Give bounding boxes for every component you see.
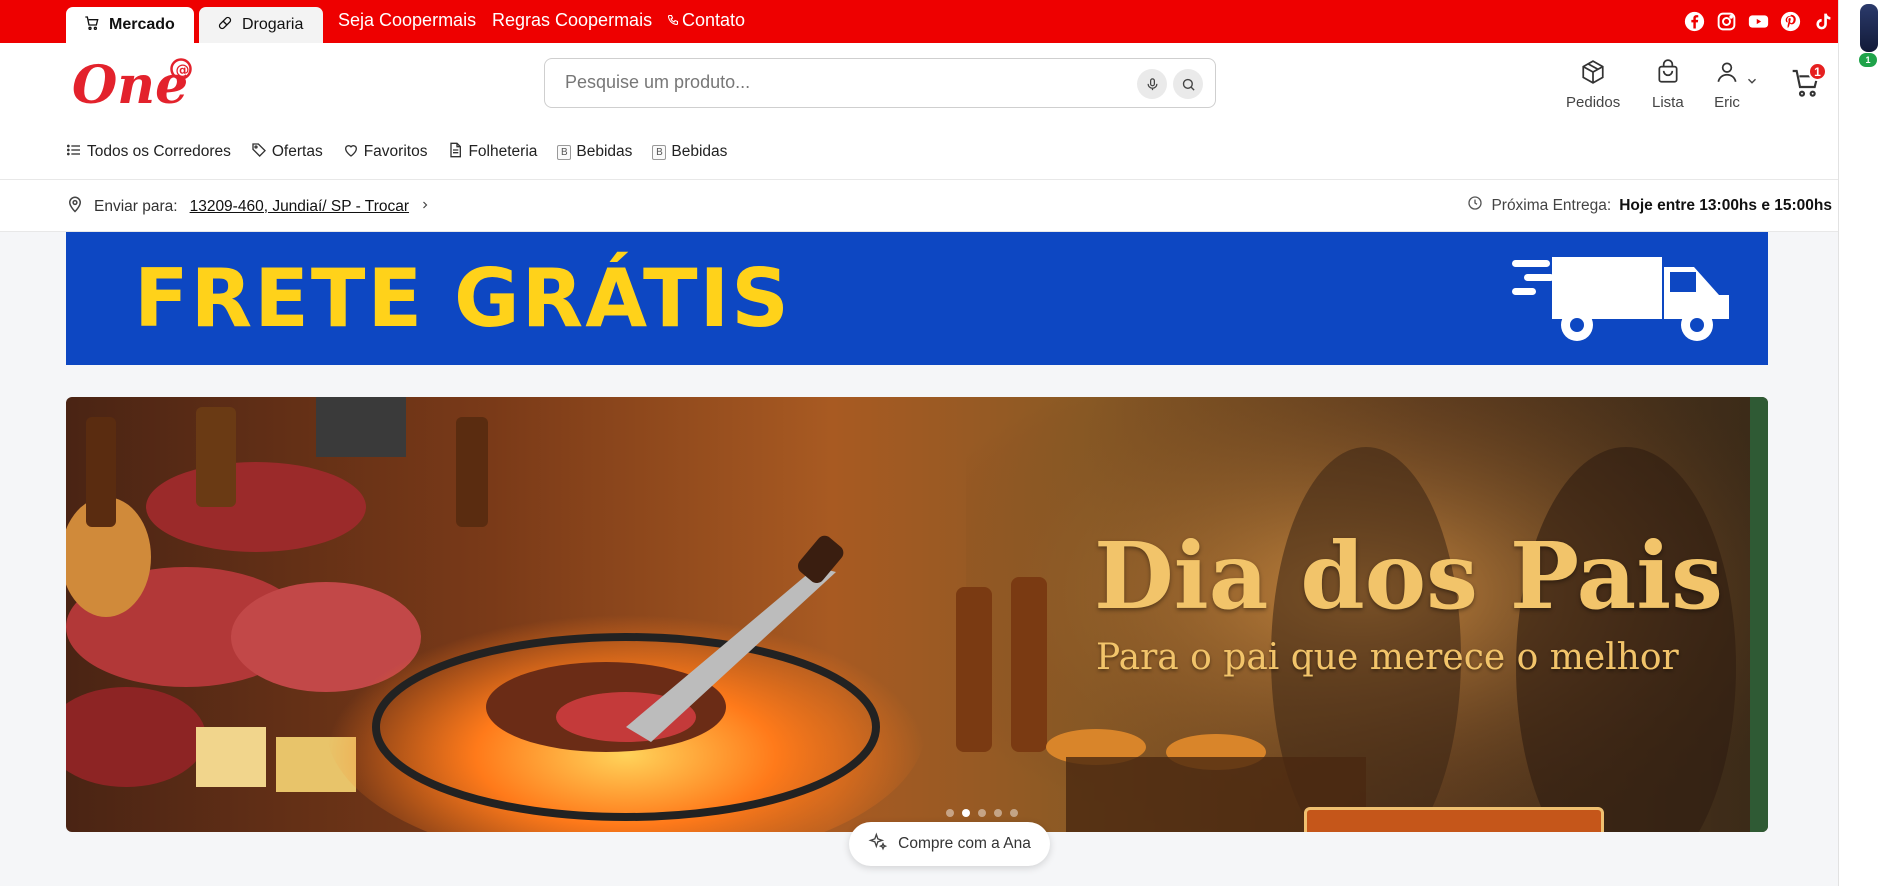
chevron-right-icon[interactable] bbox=[419, 198, 431, 216]
bag-icon bbox=[1655, 59, 1681, 94]
list-label: Lista bbox=[1652, 94, 1684, 111]
list-icon bbox=[66, 142, 82, 163]
nav-offers[interactable]: Ofertas bbox=[251, 142, 323, 163]
search-bar bbox=[544, 58, 1216, 108]
extension-icon[interactable] bbox=[1860, 4, 1878, 52]
hero-title: Dia dos Pais bbox=[1094, 522, 1723, 630]
cart-icon bbox=[84, 15, 100, 36]
truck-icon bbox=[1512, 257, 1729, 341]
carousel-dot[interactable] bbox=[1010, 809, 1018, 817]
sparkle-icon bbox=[868, 831, 888, 857]
hero-cta-button[interactable] bbox=[1304, 807, 1604, 832]
box-icon bbox=[1580, 59, 1606, 94]
nav-label: Folheteria bbox=[468, 143, 538, 160]
carousel-dots bbox=[946, 809, 1018, 817]
nav-all-aisles[interactable]: Todos os Corredores bbox=[66, 142, 231, 163]
instagram-icon[interactable] bbox=[1715, 10, 1737, 32]
link-contato[interactable]: Contato bbox=[667, 10, 745, 31]
nav-label: Favoritos bbox=[363, 143, 428, 160]
assistant-label: Compre com a Ana bbox=[898, 835, 1031, 852]
user-icon bbox=[1714, 59, 1740, 94]
cart-count-badge: 1 bbox=[1808, 62, 1827, 81]
nav-bebidas[interactable]: B Bebidas bbox=[652, 143, 727, 161]
microphone-icon[interactable] bbox=[1137, 69, 1167, 99]
hero-carousel[interactable]: Dia dos Pais Para o pai que merece o mel… bbox=[66, 397, 1768, 832]
tab-label: Mercado bbox=[109, 16, 175, 33]
broken-image-icon: B bbox=[652, 144, 667, 160]
nav-label: Bebidas bbox=[671, 143, 728, 160]
phone-icon bbox=[667, 10, 679, 31]
search-input[interactable] bbox=[565, 72, 1125, 93]
pinterest-icon[interactable] bbox=[1779, 10, 1801, 32]
link-regras-coopermais[interactable]: Regras Coopermais bbox=[492, 10, 652, 31]
tag-icon bbox=[251, 142, 267, 163]
main-nav: Todos os Corredores Ofertas Favoritos Fo… bbox=[66, 140, 727, 164]
one-logo[interactable]: One @ bbox=[70, 50, 195, 116]
nav-folheteria[interactable]: Folheteria bbox=[447, 142, 537, 163]
link-label: Contato bbox=[682, 10, 746, 30]
orders-label: Pedidos bbox=[1566, 94, 1621, 111]
document-icon bbox=[447, 142, 463, 163]
banner-title: FRETE GRÁTIS bbox=[134, 252, 791, 345]
search-icon[interactable] bbox=[1173, 69, 1203, 99]
top-bar: Mercado Drogaria Seja Coopermais Regras … bbox=[0, 0, 1838, 43]
list-button[interactable]: Lista bbox=[1652, 59, 1684, 111]
svg-text:@: @ bbox=[176, 63, 190, 79]
hero-subtitle: Para o pai que merece o melhor bbox=[1096, 637, 1679, 678]
carousel-dot[interactable] bbox=[962, 809, 970, 817]
tab-label: Drogaria bbox=[242, 16, 304, 33]
main-content: FRETE GRÁTIS Dia dos Pais Para o pai que… bbox=[0, 232, 1838, 886]
next-delivery-value: Hoje entre 13:00hs e 15:00hs bbox=[1619, 196, 1832, 214]
delivery-address: Enviar para: 13209-460, Jundiaí/ SP - Tr… bbox=[66, 195, 431, 218]
link-seja-coopermais[interactable]: Seja Coopermais bbox=[338, 10, 476, 31]
next-delivery: Próxima Entrega: Hoje entre 13:00hs e 15… bbox=[1467, 195, 1832, 216]
delivery-bar: Enviar para: 13209-460, Jundiaí/ SP - Tr… bbox=[0, 179, 1838, 232]
svg-text:One: One bbox=[72, 55, 188, 112]
browser-side-panel bbox=[1838, 0, 1893, 886]
nav-label: Ofertas bbox=[271, 143, 323, 160]
location-pin-icon bbox=[66, 195, 84, 218]
nav-label: Todos os Corredores bbox=[87, 143, 231, 160]
nav-favorites[interactable]: Favoritos bbox=[343, 142, 428, 163]
facebook-icon[interactable] bbox=[1683, 10, 1705, 32]
pill-icon bbox=[217, 15, 233, 36]
tab-mercado[interactable]: Mercado bbox=[66, 7, 194, 43]
account-label: Eric bbox=[1714, 94, 1740, 111]
address-link[interactable]: 13209-460, Jundiaí/ SP - Trocar bbox=[190, 198, 409, 216]
clock-icon bbox=[1467, 195, 1483, 216]
frete-gratis-banner[interactable]: FRETE GRÁTIS bbox=[66, 232, 1768, 365]
tab-drogaria[interactable]: Drogaria bbox=[199, 7, 323, 43]
send-to-label: Enviar para: bbox=[94, 197, 178, 215]
assistant-button[interactable]: Compre com a Ana bbox=[849, 822, 1050, 866]
nav-label: Bebidas bbox=[576, 143, 633, 160]
next-slide-peek bbox=[1750, 397, 1768, 832]
tiktok-icon[interactable] bbox=[1811, 10, 1833, 32]
carousel-dot[interactable] bbox=[978, 809, 986, 817]
social-links bbox=[1683, 10, 1838, 32]
carousel-dot[interactable] bbox=[994, 809, 1002, 817]
account-button[interactable]: Eric bbox=[1714, 59, 1740, 111]
broken-image-icon: B bbox=[557, 144, 572, 160]
chevron-down-icon[interactable] bbox=[1745, 74, 1759, 88]
extension-badge: 1 bbox=[1859, 53, 1877, 67]
orders-button[interactable]: Pedidos bbox=[1566, 59, 1620, 111]
next-delivery-label: Próxima Entrega: bbox=[1491, 196, 1612, 214]
nav-bebidas[interactable]: B Bebidas bbox=[557, 143, 632, 161]
carousel-dot[interactable] bbox=[946, 809, 954, 817]
heart-icon bbox=[343, 142, 359, 163]
youtube-icon[interactable] bbox=[1747, 10, 1769, 32]
